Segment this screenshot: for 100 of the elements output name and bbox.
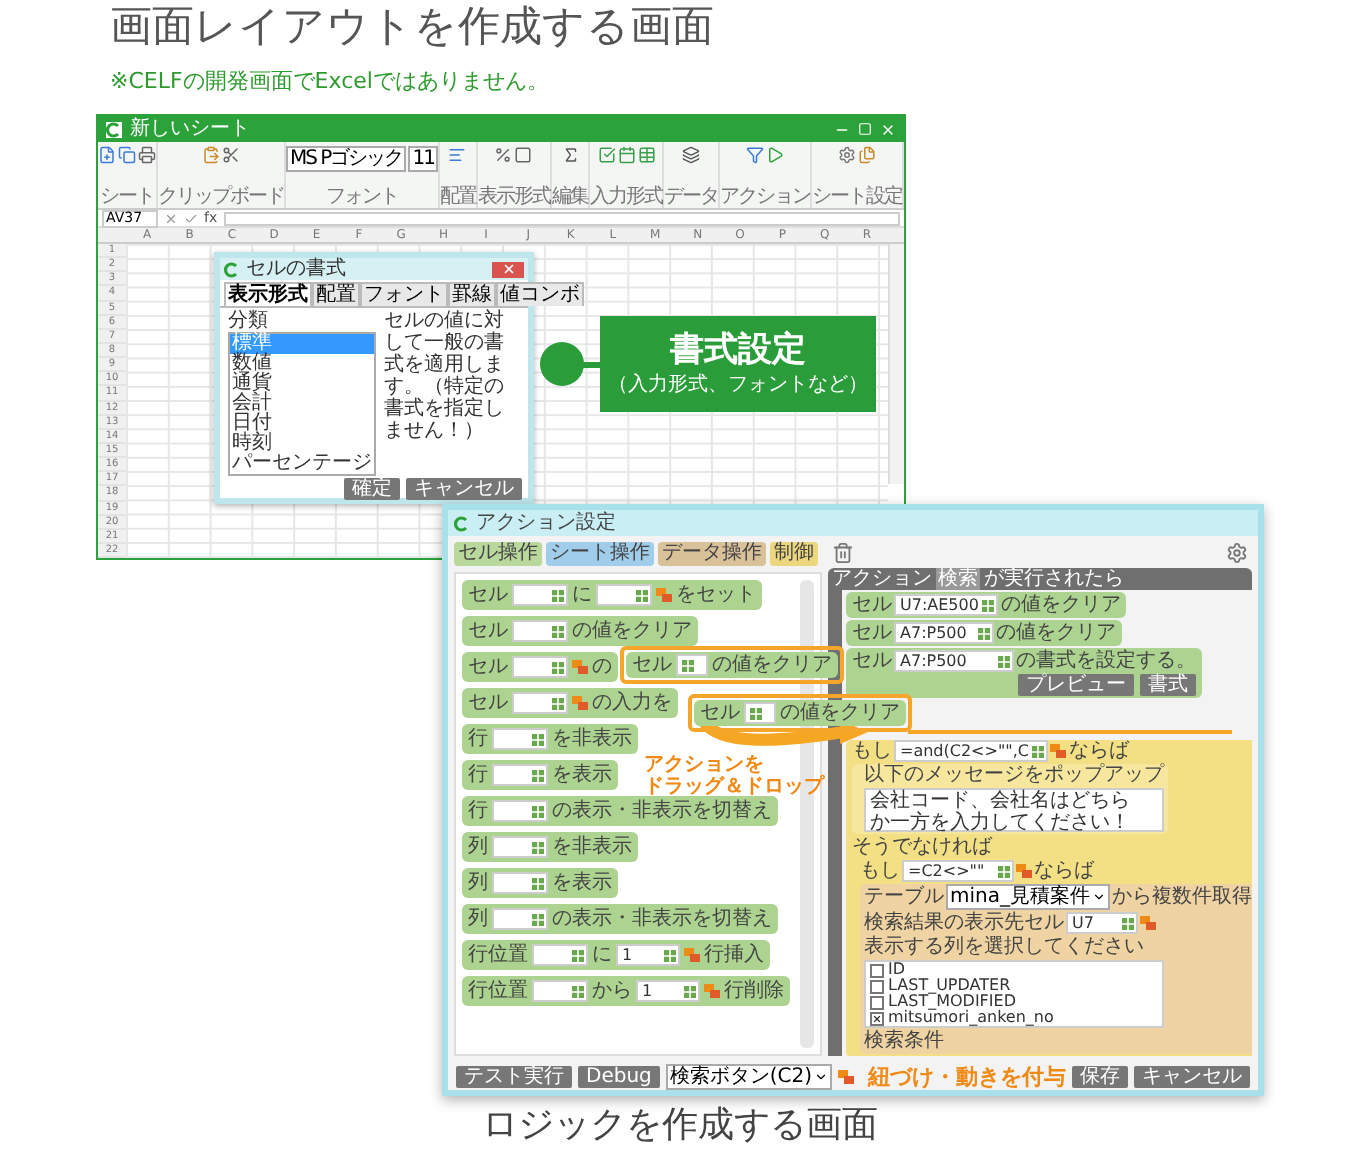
- palette-tab[interactable]: 制御: [770, 542, 818, 566]
- checkbox[interactable]: [870, 995, 884, 1009]
- grid-icon[interactable]: [1122, 917, 1134, 929]
- test-run-button[interactable]: テスト実行: [456, 1065, 572, 1087]
- link-icon[interactable]: [656, 588, 672, 602]
- dialog-button[interactable]: キャンセル: [406, 478, 522, 500]
- column-option[interactable]: LAST_MODIFIED: [870, 994, 1158, 1010]
- formula-field[interactable]: [223, 211, 900, 225]
- funnel-icon[interactable]: [746, 146, 765, 164]
- column-option[interactable]: mitsumori_anken_no: [870, 1010, 1158, 1026]
- settings-icon[interactable]: [838, 146, 857, 164]
- debug-button[interactable]: Debug: [578, 1065, 660, 1087]
- paste-icon[interactable]: [202, 146, 221, 164]
- grid-icon[interactable]: [552, 661, 564, 673]
- play-icon[interactable]: [766, 146, 785, 164]
- dialog-button[interactable]: 確定: [344, 478, 400, 500]
- grid-icon[interactable]: [1032, 745, 1045, 757]
- link-icon[interactable]: [572, 660, 588, 674]
- footer-button[interactable]: キャンセル: [1134, 1065, 1250, 1087]
- action-block[interactable]: セル の値をクリア: [694, 700, 906, 726]
- cell-field[interactable]: [492, 908, 548, 930]
- grid-icon[interactable]: [982, 599, 995, 611]
- trash-icon[interactable]: [832, 542, 854, 564]
- category-item[interactable]: 時刻: [230, 434, 374, 454]
- grid-icon[interactable]: [572, 985, 584, 997]
- palette-tab[interactable]: データ操作: [658, 542, 766, 566]
- printer-icon[interactable]: [138, 146, 156, 164]
- maximize-icon[interactable]: [858, 122, 872, 136]
- grid-icon[interactable]: [532, 769, 544, 781]
- cell-field[interactable]: [512, 656, 568, 678]
- align-left-icon[interactable]: [448, 146, 467, 164]
- cancel-icon[interactable]: [164, 211, 178, 225]
- dialog-tab[interactable]: 表示形式: [224, 282, 312, 306]
- close-button[interactable]: [492, 261, 524, 277]
- grid-icon[interactable]: [998, 655, 1010, 667]
- grid-icon[interactable]: [532, 805, 544, 817]
- column-option[interactable]: ID: [870, 962, 1158, 978]
- cell-field[interactable]: 1: [616, 944, 680, 966]
- cell-field[interactable]: [596, 584, 652, 606]
- message-field[interactable]: 会社コード、会社名はどちらか一方を入力してください！: [864, 788, 1164, 832]
- calendar-icon[interactable]: [617, 146, 636, 164]
- footer-button[interactable]: 保存: [1072, 1065, 1128, 1087]
- grid-icon[interactable]: [682, 659, 694, 671]
- link-icon[interactable]: [838, 1069, 855, 1083]
- grid-icon[interactable]: [664, 949, 676, 961]
- action-block[interactable]: 行 を表示: [462, 760, 618, 790]
- percent-icon[interactable]: [494, 146, 513, 164]
- action-block[interactable]: セル U7:AE500 の値をクリア: [846, 592, 1127, 618]
- grid-icon[interactable]: [636, 589, 648, 601]
- cell-field[interactable]: [492, 836, 548, 858]
- checkbox-icon[interactable]: [597, 146, 616, 164]
- copy-icon[interactable]: [118, 146, 136, 164]
- action-block[interactable]: セル A7:P500 の書式を設定する。 プレビュー 書式: [846, 648, 1202, 698]
- close-icon[interactable]: [880, 121, 896, 137]
- scrollbar[interactable]: [888, 244, 904, 484]
- cell-field[interactable]: [744, 702, 776, 724]
- category-item[interactable]: パーセンテージ: [230, 454, 374, 474]
- grid-icon[interactable]: [552, 589, 564, 601]
- link-icon[interactable]: [1140, 916, 1156, 930]
- new-file-icon[interactable]: [98, 146, 116, 164]
- grid-icon[interactable]: [552, 697, 564, 709]
- files-icon[interactable]: [858, 146, 877, 164]
- border-icon[interactable]: [514, 146, 533, 164]
- action-block[interactable]: 行位置 に 1 行挿入: [462, 940, 770, 970]
- dialog-tab[interactable]: 配置: [312, 282, 360, 306]
- cell-field[interactable]: U7: [1066, 912, 1138, 934]
- checkbox[interactable]: [870, 979, 884, 993]
- cell-field[interactable]: [512, 620, 568, 642]
- formula-field[interactable]: =C2<>"": [902, 860, 1014, 882]
- link-icon[interactable]: [1016, 864, 1032, 878]
- cell-field[interactable]: 1: [636, 980, 700, 1002]
- action-block[interactable]: 列 を表示: [462, 868, 618, 898]
- link-icon[interactable]: [704, 984, 720, 998]
- cell-field[interactable]: [512, 584, 568, 606]
- action-block[interactable]: 行 の表示・非表示を切替え: [462, 796, 778, 826]
- action-block[interactable]: セル の値をクリア: [626, 652, 838, 678]
- table-dropdown[interactable]: mina_見積案件: [946, 884, 1110, 910]
- cell-field[interactable]: [492, 764, 548, 786]
- block-button[interactable]: 書式: [1140, 674, 1196, 696]
- search-block[interactable]: テーブル mina_見積案件 から複数件取得 検索結果の表示先セル U7 表示する列を選択してください ID LAST_UPDATER LAST_MODIFIED mitsumori_anken_no 検索条件: [860, 884, 1252, 1054]
- column-option[interactable]: LAST_UPDATER: [870, 978, 1158, 994]
- grid-icon[interactable]: [532, 733, 544, 745]
- action-block[interactable]: セル の値をクリア: [462, 616, 698, 646]
- cell-field[interactable]: [676, 654, 708, 676]
- trigger-dropdown[interactable]: 検索ボタン(C2): [665, 1063, 833, 1089]
- settings-icon[interactable]: [1226, 542, 1248, 564]
- cell-field[interactable]: A7:P500: [894, 622, 994, 644]
- grid-icon[interactable]: [532, 877, 544, 889]
- cell-field[interactable]: U7:AE500: [894, 594, 999, 616]
- condition-block[interactable]: もし =and(C2<>"",C ならば 以下のメッセージをポップアップ 会社コード、会社名はどちらか一方を入力してください！ そうでなければ もし =C2<>"" ならば テーブル mina_見積案件 から複数件取得 検索結果の表示先セル U7 表示する列を選択してください ID LAST_UPDATER LAST_MODIFIED mitsumori_anken_no 検索条件: [846, 740, 1252, 1056]
- layers-icon[interactable]: [682, 146, 701, 164]
- palette-tab[interactable]: セル操作: [454, 542, 542, 566]
- popup-block[interactable]: 以下のメッセージをポップアップ 会社コード、会社名はどちらか一方を入力してください！: [852, 764, 1168, 834]
- cell-field[interactable]: A7:P500: [894, 650, 1014, 672]
- category-item[interactable]: 会計: [230, 394, 374, 414]
- grid-icon[interactable]: [552, 625, 564, 637]
- font-name-dropdown[interactable]: MS Pゴシック: [286, 146, 407, 172]
- cell-field[interactable]: [492, 800, 548, 822]
- palette-tab[interactable]: シート操作: [546, 542, 654, 566]
- check-icon[interactable]: [184, 211, 198, 225]
